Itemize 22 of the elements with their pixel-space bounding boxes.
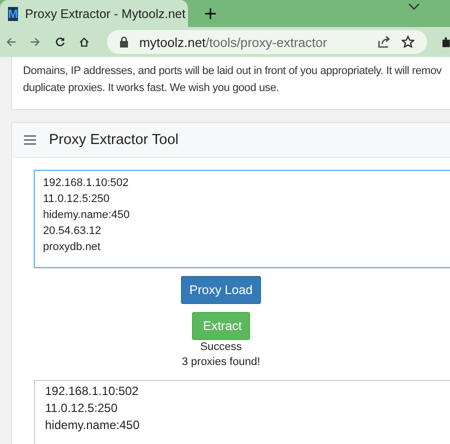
menu-icon[interactable] [24,135,36,145]
proxy-input-field[interactable]: 192.168.1.10:502 11.0.12.5:250 hidemy.name:450 20.54.63.12 proxydb.net [34,170,450,268]
share-icon[interactable] [377,35,392,49]
forward-icon[interactable] [30,35,41,49]
new-tab-button[interactable]: + [194,3,227,25]
star-icon[interactable] [401,35,416,49]
description-text: duplicate proxies. It works fast. We wish you good use. [23,81,280,96]
address-bar[interactable]: mytoolz.net/tools/proxy-extractor [107,30,428,54]
browser-tab[interactable]: M Proxy Extractor - Mytoolz.net [0,0,188,27]
status-message: Success [200,340,242,355]
chevron-down-icon[interactable] [408,3,420,11]
result-count: 3 proxies found! [182,355,260,370]
reload-icon[interactable] [54,35,65,49]
lock-icon [119,36,130,48]
back-icon[interactable] [6,35,16,49]
proxy-output-field[interactable]: 192.168.1.10:502 11.0.12.5:250 hidemy.name:450 [34,380,450,444]
site-logo: M [8,6,18,20]
home-icon[interactable] [78,35,90,49]
tab-title: Proxy Extractor - Mytoolz.net [25,6,186,20]
description-text: Domains, IP addresses, and ports will be laid out in front of you appropriately. It will remov [23,64,443,79]
tool-title: Proxy Extractor Tool [49,132,178,148]
load-button[interactable]: Proxy Load [181,276,261,304]
